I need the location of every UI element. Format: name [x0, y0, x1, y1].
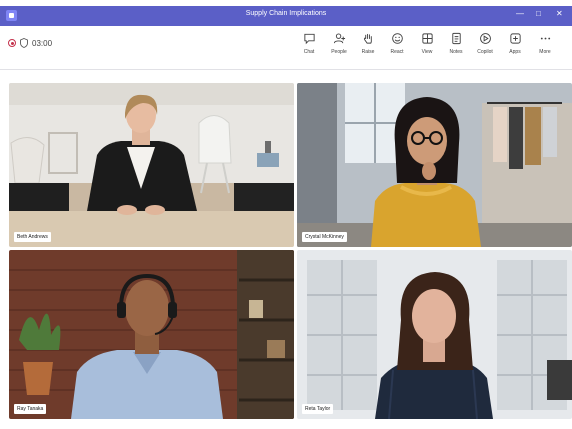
participant-tile-crystal-mckinney[interactable]: Crystal McKinney: [297, 83, 572, 247]
apps-button[interactable]: Apps: [501, 32, 529, 64]
raise-hand-icon: [363, 33, 372, 44]
notes-button[interactable]: Notes: [442, 32, 470, 64]
people-label: People: [331, 49, 347, 55]
call-timer: 03:00: [32, 39, 53, 48]
video-feed: [9, 250, 294, 419]
video-stage: Beth Andrews Crystal McKinney Ray Tanaka…: [0, 70, 572, 429]
view-label: View: [421, 49, 433, 55]
view-button[interactable]: View: [413, 32, 441, 64]
raise-hand-button[interactable]: Raise: [354, 32, 382, 64]
participant-tile-ray-tanaka[interactable]: Ray Tanaka: [9, 250, 294, 419]
chat-label: Chat: [303, 49, 315, 55]
raise-label: Raise: [361, 49, 375, 55]
video-feed: [297, 250, 572, 419]
notes-icon: [451, 32, 461, 45]
meeting-title: Supply Chain Implications: [245, 10, 327, 17]
participant-name: Reta Taylor: [302, 404, 334, 414]
view-icon: [421, 33, 433, 44]
apps-label: Apps: [509, 49, 521, 55]
close-icon[interactable]: ✕: [556, 9, 563, 18]
participant-tile-reta-taylor[interactable]: Reta Taylor: [297, 250, 572, 419]
shield-icon: [20, 38, 28, 48]
participant-name: Crystal McKinney: [302, 232, 347, 242]
react-icon: [391, 33, 403, 44]
participant-name: Ray Tanaka: [14, 404, 47, 414]
people-button[interactable]: People: [325, 32, 353, 64]
more-icon: [540, 37, 550, 40]
participant-tile-beth-andrews[interactable]: Beth Andrews: [9, 83, 294, 247]
more-label: More: [539, 49, 551, 55]
title-bar: Supply Chain Implications — □ ✕: [0, 6, 572, 26]
people-icon: [333, 33, 345, 44]
meeting-toolbar: 03:00 Chat People Raise React View Notes…: [0, 26, 572, 70]
video-feed: [9, 83, 294, 247]
copilot-button[interactable]: Copilot: [471, 32, 499, 64]
more-button[interactable]: More: [531, 32, 559, 64]
copilot-label: Copilot: [477, 49, 493, 55]
apps-icon: [509, 33, 521, 44]
participant-name: Beth Andrews: [14, 232, 51, 242]
video-feed: [297, 83, 572, 247]
minimize-icon[interactable]: —: [516, 9, 524, 18]
copilot-icon: [479, 33, 491, 44]
notes-label: Notes: [449, 49, 463, 55]
react-button[interactable]: React: [383, 32, 411, 64]
chat-button[interactable]: Chat: [295, 32, 323, 64]
react-label: React: [390, 49, 404, 55]
meeting-window: Supply Chain Implications — □ ✕ 03:00 Ch…: [0, 6, 572, 429]
maximize-icon[interactable]: □: [536, 9, 541, 18]
chat-icon: [303, 33, 315, 45]
recording-icon: [8, 39, 16, 47]
